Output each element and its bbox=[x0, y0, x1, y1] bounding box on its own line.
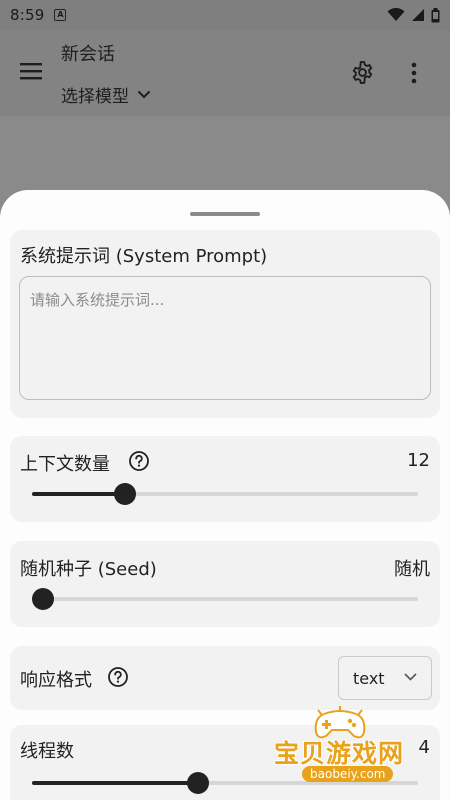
help-circle-icon[interactable] bbox=[128, 450, 150, 472]
model-selector[interactable]: 选择模型 bbox=[61, 82, 151, 107]
context-count-label: 上下文数量 bbox=[20, 454, 110, 475]
system-prompt-label: 系统提示词 (System Prompt) bbox=[20, 246, 268, 267]
system-prompt-input[interactable] bbox=[20, 277, 430, 399]
settings-icon[interactable] bbox=[350, 60, 375, 85]
context-count-slider[interactable] bbox=[32, 482, 418, 506]
title-block: 新会话 选择模型 bbox=[61, 40, 151, 107]
help-circle-icon[interactable] bbox=[107, 666, 129, 688]
context-count-value: 12 bbox=[407, 450, 430, 471]
seed-value: 随机 bbox=[394, 559, 430, 580]
system-prompt-card: 系统提示词 (System Prompt) bbox=[10, 230, 440, 418]
threads-label: 线程数 bbox=[20, 741, 74, 762]
system-prompt-field[interactable] bbox=[19, 276, 431, 400]
response-format-label: 响应格式 bbox=[20, 670, 92, 691]
slider-track bbox=[32, 597, 418, 601]
watermark-title: 宝贝游戏网 bbox=[274, 739, 405, 768]
response-format-select[interactable]: text bbox=[338, 656, 432, 700]
slider-fill bbox=[32, 492, 125, 496]
slider-thumb[interactable] bbox=[32, 588, 54, 610]
context-count-card: 上下文数量 12 bbox=[10, 436, 440, 522]
slider-fill bbox=[32, 781, 198, 785]
chevron-down-icon bbox=[404, 673, 417, 681]
seed-label: 随机种子 (Seed) bbox=[20, 559, 157, 580]
watermark: 宝贝游戏网 baobeiy.com bbox=[270, 700, 430, 790]
seed-slider[interactable] bbox=[32, 587, 418, 611]
wifi-icon bbox=[387, 8, 405, 21]
signal-icon bbox=[412, 9, 424, 21]
status-indicators bbox=[387, 7, 440, 23]
seed-card: 随机种子 (Seed) 随机 bbox=[10, 541, 440, 627]
notification-icon: A bbox=[54, 9, 67, 21]
slider-thumb[interactable] bbox=[187, 772, 209, 794]
page-title: 新会话 bbox=[61, 44, 115, 65]
battery-icon bbox=[431, 7, 440, 22]
drag-handle[interactable] bbox=[190, 212, 260, 216]
model-selector-label: 选择模型 bbox=[61, 87, 129, 107]
slider-thumb[interactable] bbox=[114, 483, 136, 505]
app-bar: 新会话 选择模型 bbox=[0, 30, 450, 116]
status-bar: 8:59 A bbox=[0, 0, 450, 30]
more-vert-icon[interactable] bbox=[404, 61, 424, 85]
watermark-url: baobeiy.com bbox=[302, 766, 394, 782]
chevron-down-icon bbox=[137, 90, 151, 99]
status-time: 8:59 bbox=[10, 6, 45, 24]
response-format-selected: text bbox=[353, 668, 385, 688]
menu-icon[interactable] bbox=[20, 62, 42, 80]
